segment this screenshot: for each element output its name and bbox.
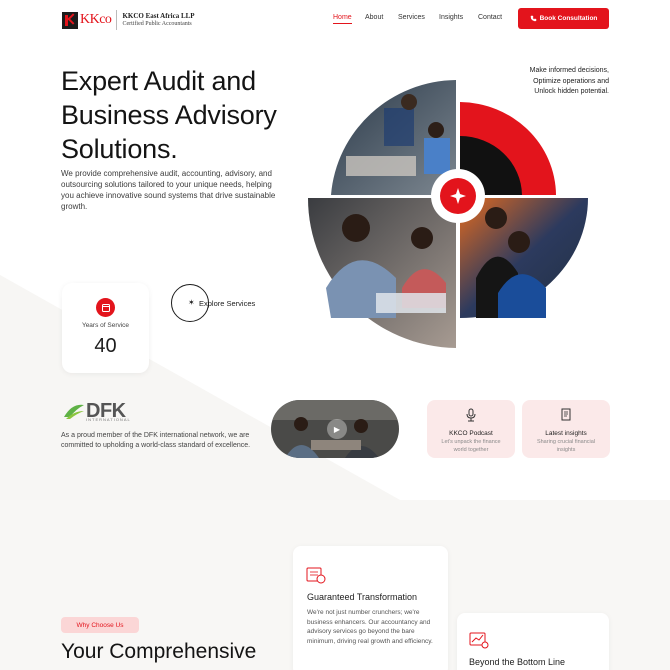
explore-services-label[interactable]: Explore Services <box>199 299 255 308</box>
company-subtitle: Certified Public Accountants <box>122 21 192 27</box>
calendar-icon <box>96 298 115 317</box>
feature-card-transformation: Guaranteed Transformation We're not just… <box>293 546 448 670</box>
hero-title: Expert Audit and Business Advisory Solut… <box>61 66 277 164</box>
hero-photo-collage <box>308 80 588 348</box>
insights-card[interactable]: Latest insights Sharing crucial financia… <box>522 400 610 458</box>
feature-card-bottom-line: Beyond the Bottom Line <box>457 613 609 670</box>
microphone-icon <box>466 408 476 422</box>
company-logo[interactable]: KKco KKCO East Africa LLP Certified Publ… <box>62 10 195 30</box>
feature-title: Guaranteed Transformation <box>307 592 418 602</box>
feature-title: Beyond the Bottom Line <box>469 657 566 667</box>
company-name: KKCO East Africa LLP <box>122 12 195 20</box>
logo-mark-icon <box>62 11 78 29</box>
why-choose-us-badge: Why Choose Us <box>61 617 139 633</box>
years-of-service-card: Years of Service 40 <box>62 283 149 373</box>
nav-home[interactable]: Home <box>333 14 352 24</box>
star-icon: ✶ <box>188 298 195 307</box>
logo-divider <box>116 10 118 30</box>
feature-description: We're not just number crunchers; we're b… <box>307 609 433 645</box>
book-consultation-button[interactable]: Book Consultation <box>518 8 609 29</box>
transformation-icon <box>306 567 326 584</box>
leaf-icon <box>64 404 84 419</box>
phone-icon <box>530 15 536 22</box>
dfk-subtitle: INTERNATIONAL <box>86 417 131 422</box>
stat-label: Years of Service <box>81 322 130 329</box>
podcast-card[interactable]: KKCO Podcast Let's unpack the finance wo… <box>427 400 515 458</box>
section-title: Your Comprehensive <box>61 640 257 663</box>
site-header: KKco KKCO East Africa LLP Certified Publ… <box>0 0 670 40</box>
tagline-line: Make informed decisions, <box>529 67 609 74</box>
logo-wordmark: KKco <box>80 12 112 27</box>
nav-insights[interactable]: Insights <box>439 14 463 21</box>
play-icon[interactable]: ▶ <box>327 419 347 439</box>
document-icon <box>561 408 571 421</box>
logo-text: KKCO East Africa LLP Certified Public Ac… <box>122 12 194 28</box>
nav-about[interactable]: About <box>365 14 383 21</box>
chart-icon <box>469 632 489 649</box>
book-consultation-label: Book Consultation <box>539 15 598 22</box>
stat-value: 40 <box>94 335 117 357</box>
insights-subtitle: Sharing crucial financial insights <box>536 439 596 453</box>
hero-description: We provide comprehensive audit, accounti… <box>61 169 276 211</box>
podcast-subtitle: Let's unpack the finance world together <box>441 439 501 453</box>
podcast-title: KKCO Podcast <box>449 430 493 437</box>
nav-contact[interactable]: Contact <box>478 14 502 21</box>
dfk-description: As a proud member of the DFK internation… <box>61 432 251 449</box>
nav-services[interactable]: Services <box>398 14 425 21</box>
insights-title: Latest insights <box>545 430 587 437</box>
